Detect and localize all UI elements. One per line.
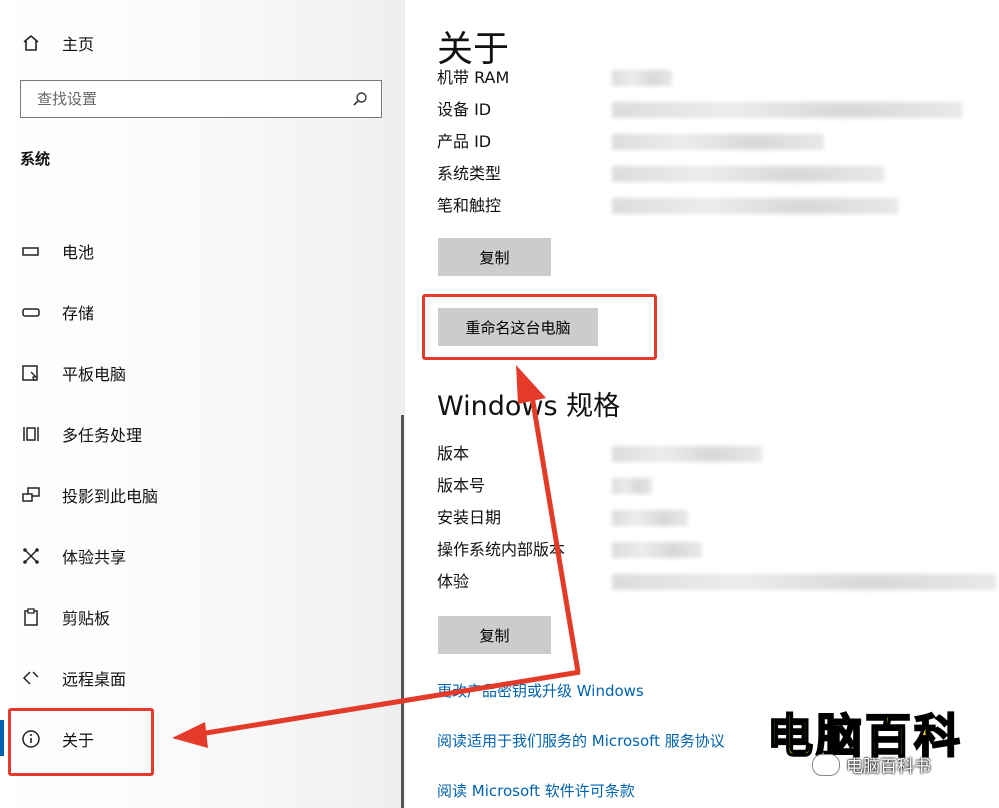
spec-label: 操作系统内部版本 bbox=[437, 540, 566, 559]
sidebar-item-project[interactable]: 投影到此电脑 bbox=[20, 480, 158, 510]
spec-value-blurred bbox=[612, 510, 688, 526]
remote-desktop-icon bbox=[20, 667, 42, 689]
windows-spec-title: Windows 规格 bbox=[437, 391, 621, 422]
highlight-box-rename bbox=[422, 294, 657, 360]
spec-value-blurred bbox=[612, 542, 702, 558]
project-icon bbox=[20, 484, 42, 506]
active-indicator bbox=[0, 720, 4, 756]
sidebar-item-label: 平板电脑 bbox=[62, 365, 127, 384]
spec-label: 体验 bbox=[437, 572, 470, 591]
copy-button[interactable]: 复制 bbox=[438, 238, 551, 276]
license-terms-link[interactable]: 阅读 Microsoft 软件许可条款 bbox=[437, 780, 635, 801]
page-title: 关于 bbox=[437, 29, 510, 70]
sidebar-item-label: 远程桌面 bbox=[62, 670, 127, 689]
home-nav-item[interactable]: 主页 bbox=[20, 30, 94, 56]
sidebar-item-remote-desktop[interactable]: 远程桌面 bbox=[20, 663, 126, 693]
main-content: 关于 机带 RAM 设备 ID 产品 ID 系统类型 笔和触控 复制 重命名这台… bbox=[405, 0, 999, 808]
spec-label: 版本 bbox=[437, 444, 470, 463]
storage-icon bbox=[20, 301, 42, 323]
spec-label: 安装日期 bbox=[437, 508, 502, 527]
spec-value-blurred bbox=[612, 70, 672, 86]
sidebar-item-label: 投影到此电脑 bbox=[62, 487, 159, 506]
sidebar-item-tablet[interactable]: 平板电脑 bbox=[20, 358, 126, 388]
sidebar-item-multitask[interactable]: 多任务处理 bbox=[20, 419, 142, 449]
spec-value-blurred bbox=[612, 166, 884, 182]
watermark-subtitle-text: 电脑百科书 bbox=[846, 757, 931, 777]
change-product-key-link[interactable]: 更改产品密钥或升级 Windows bbox=[437, 680, 644, 701]
sidebar-scrollbar[interactable] bbox=[401, 415, 404, 808]
home-icon bbox=[20, 32, 42, 54]
home-label: 主页 bbox=[62, 35, 95, 54]
spec-label: 版本号 bbox=[437, 476, 486, 495]
wechat-logo-icon bbox=[812, 753, 840, 776]
sidebar-item-label: 多任务处理 bbox=[62, 426, 143, 445]
sidebar-item-label: 电池 bbox=[62, 243, 95, 262]
sidebar-item-battery[interactable]: 电池 bbox=[20, 236, 94, 266]
multitask-icon bbox=[20, 423, 42, 445]
sidebar-item-label: 体验共享 bbox=[62, 548, 127, 567]
spec-label: 产品 ID bbox=[437, 132, 492, 151]
spec-value-blurred bbox=[612, 102, 962, 118]
spec-value-blurred bbox=[612, 198, 898, 214]
battery-icon bbox=[20, 240, 42, 262]
spec-label: 设备 ID bbox=[437, 100, 492, 119]
tablet-icon bbox=[20, 362, 42, 384]
spec-value-blurred bbox=[612, 446, 762, 462]
search-icon[interactable] bbox=[349, 88, 371, 110]
service-agreement-link[interactable]: 阅读适用于我们服务的 Microsoft 服务协议 bbox=[437, 730, 725, 751]
sidebar-item-label: 存储 bbox=[62, 304, 95, 323]
spec-value-blurred bbox=[612, 134, 824, 150]
spec-label: 笔和触控 bbox=[437, 196, 502, 215]
spec-label: 机带 RAM bbox=[437, 68, 510, 87]
sidebar-item-storage[interactable]: 存储 bbox=[20, 297, 94, 327]
highlight-box-about bbox=[8, 708, 154, 776]
sidebar-item-share[interactable]: 体验共享 bbox=[20, 541, 126, 571]
clipboard-icon bbox=[20, 606, 42, 628]
spec-label: 系统类型 bbox=[437, 164, 502, 183]
sidebar-item-label: 剪贴板 bbox=[62, 609, 111, 628]
spec-value-blurred bbox=[612, 478, 652, 494]
copy-button-2[interactable]: 复制 bbox=[438, 616, 551, 654]
sidebar: 主页 系统 电池 存储 平板电脑 多任务处理 投影到此电 bbox=[0, 0, 405, 808]
search-box[interactable] bbox=[20, 80, 382, 118]
section-title: 系统 bbox=[20, 150, 51, 168]
share-icon bbox=[20, 545, 42, 567]
search-input[interactable] bbox=[35, 89, 349, 109]
watermark-subtitle: 电脑百科书 bbox=[812, 752, 931, 777]
spec-value-blurred bbox=[612, 574, 996, 590]
sidebar-item-clipboard[interactable]: 剪贴板 bbox=[20, 602, 110, 632]
